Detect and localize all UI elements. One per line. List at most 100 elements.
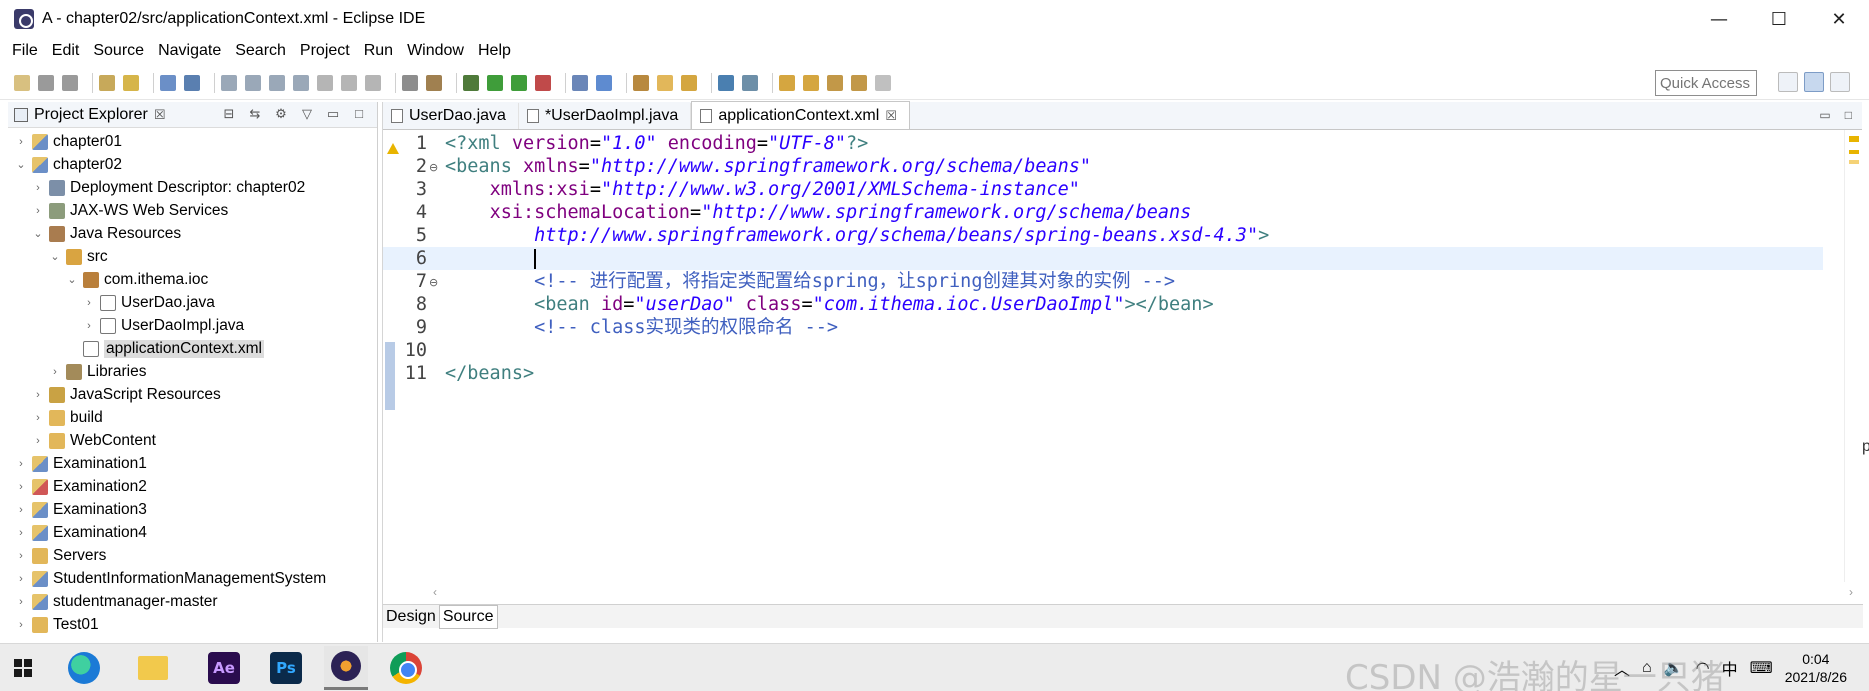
collapse-all-icon[interactable]: ⊟ bbox=[221, 106, 237, 122]
chevron-right-icon[interactable]: › bbox=[31, 205, 45, 217]
menu-project[interactable]: Project bbox=[300, 42, 350, 60]
chevron-right-icon[interactable]: › bbox=[14, 136, 28, 148]
forward-icon[interactable] bbox=[875, 74, 891, 91]
chevron-right-icon[interactable]: › bbox=[82, 320, 96, 332]
tree-item[interactable]: › Test01 bbox=[8, 613, 378, 636]
external-tools-icon[interactable] bbox=[426, 74, 442, 91]
quick-access-input[interactable] bbox=[1655, 70, 1757, 96]
chevron-right-icon[interactable]: › bbox=[31, 435, 45, 447]
editor-tab[interactable]: UserDao.java bbox=[383, 103, 519, 129]
chevron-down-icon[interactable]: ⌄ bbox=[48, 250, 62, 263]
eclipse-taskbar-icon[interactable] bbox=[324, 645, 368, 690]
minimize-view-icon[interactable]: ▭ bbox=[325, 106, 341, 122]
project-explorer-tab[interactable]: Project Explorer ☒ bbox=[14, 106, 165, 124]
console-icon[interactable] bbox=[160, 74, 176, 91]
tab-design[interactable]: Design bbox=[383, 606, 439, 628]
filter-icon[interactable]: ⚙ bbox=[273, 106, 289, 122]
terminate-icon[interactable] bbox=[269, 74, 285, 91]
tree-item[interactable]: › UserDaoImpl.java bbox=[8, 314, 378, 337]
menu-file[interactable]: File bbox=[12, 42, 38, 60]
occurrence-marker[interactable] bbox=[1849, 160, 1859, 164]
new-icon[interactable] bbox=[14, 74, 30, 91]
photoshop-icon[interactable]: Ps bbox=[270, 651, 302, 684]
chevron-down-icon[interactable]: ⌄ bbox=[31, 227, 45, 240]
maximize-editor-icon[interactable]: □ bbox=[1845, 108, 1852, 122]
tree-item[interactable]: ⌄ src bbox=[8, 245, 378, 268]
tree-item[interactable]: › build bbox=[8, 406, 378, 429]
publish-icon[interactable] bbox=[123, 74, 139, 91]
debug-icon[interactable] bbox=[463, 74, 479, 91]
editor-tab[interactable]: applicationContext.xml ☒ bbox=[691, 101, 910, 129]
tree-item[interactable]: › JAX-WS Web Services bbox=[8, 199, 378, 222]
tree-item[interactable]: › WebContent bbox=[8, 429, 378, 452]
chevron-right-icon[interactable]: › bbox=[14, 596, 28, 608]
menu-run[interactable]: Run bbox=[364, 42, 393, 60]
menu-navigate[interactable]: Navigate bbox=[158, 42, 221, 60]
search-icon[interactable] bbox=[718, 74, 734, 91]
step-into-icon[interactable] bbox=[317, 74, 333, 91]
close-icon[interactable]: ☒ bbox=[885, 108, 897, 124]
maximize-button[interactable]: ☐ bbox=[1749, 0, 1809, 38]
link-editor-icon[interactable]: ⇆ bbox=[247, 106, 263, 122]
overview-ruler[interactable] bbox=[1844, 130, 1862, 582]
properties-icon[interactable] bbox=[99, 74, 115, 91]
chevron-right-icon[interactable]: › bbox=[14, 619, 28, 631]
menu-window[interactable]: Window bbox=[407, 42, 464, 60]
tree-item[interactable]: › chapter01 bbox=[8, 130, 378, 153]
scroll-right-icon[interactable]: › bbox=[1849, 585, 1853, 599]
java-ee-perspective-icon[interactable] bbox=[1804, 72, 1824, 92]
annotation-icon[interactable] bbox=[742, 74, 758, 91]
fold-icon[interactable]: ⊖ bbox=[429, 271, 438, 294]
disconnect-icon[interactable] bbox=[293, 74, 309, 91]
tree-item[interactable]: ⌄ Java Resources bbox=[8, 222, 378, 245]
close-icon[interactable]: ☒ bbox=[154, 107, 166, 123]
tree-item[interactable]: › Deployment Descriptor: chapter02 bbox=[8, 176, 378, 199]
chevron-right-icon[interactable]: › bbox=[14, 458, 28, 470]
xml-source-editor[interactable]: 1 <?xml version="1.0" encoding="UTF-8"?> … bbox=[383, 130, 1823, 582]
scroll-left-icon[interactable]: ‹ bbox=[433, 585, 437, 599]
chevron-down-icon[interactable]: ⌄ bbox=[14, 158, 28, 171]
new-server-icon[interactable] bbox=[572, 74, 588, 91]
tree-item[interactable]: › StudentInformationManagementSystem bbox=[8, 567, 378, 590]
chevron-right-icon[interactable]: › bbox=[14, 550, 28, 562]
tree-item[interactable]: › Examination3 bbox=[8, 498, 378, 521]
chevron-right-icon[interactable]: › bbox=[14, 504, 28, 516]
tree-item[interactable]: › Examination1 bbox=[8, 452, 378, 475]
menu-source[interactable]: Source bbox=[93, 42, 144, 60]
back-icon[interactable] bbox=[851, 74, 867, 91]
open-type-icon[interactable] bbox=[633, 74, 649, 91]
horizontal-scrollbar[interactable]: ‹ › bbox=[433, 585, 1853, 599]
step-return-icon[interactable] bbox=[365, 74, 381, 91]
tree-item[interactable]: › Servers bbox=[8, 544, 378, 567]
chevron-right-icon[interactable]: › bbox=[14, 527, 28, 539]
task-icon[interactable] bbox=[681, 74, 697, 91]
tree-item[interactable]: › studentmanager-master bbox=[8, 590, 378, 613]
chevron-right-icon[interactable]: › bbox=[48, 366, 62, 378]
menu-edit[interactable]: Edit bbox=[52, 42, 80, 60]
tree-item[interactable]: applicationContext.xml bbox=[8, 337, 378, 360]
open-perspective-icon[interactable] bbox=[1778, 72, 1798, 92]
tree-item[interactable]: › JavaScript Resources bbox=[8, 383, 378, 406]
tab-source[interactable]: Source bbox=[438, 604, 498, 629]
after-effects-icon[interactable]: Ae bbox=[208, 651, 240, 684]
windows-start-icon[interactable] bbox=[8, 653, 38, 683]
tree-item[interactable]: › Libraries bbox=[8, 360, 378, 383]
save-icon[interactable] bbox=[38, 74, 54, 91]
suspend-icon[interactable] bbox=[245, 74, 261, 91]
toggle-mark-icon[interactable] bbox=[402, 74, 418, 91]
chevron-right-icon[interactable]: › bbox=[31, 182, 45, 194]
chevron-right-icon[interactable]: › bbox=[31, 389, 45, 401]
minimize-editor-icon[interactable]: ▭ bbox=[1819, 108, 1830, 122]
tree-item[interactable]: › Examination4 bbox=[8, 521, 378, 544]
java-perspective-icon[interactable] bbox=[1830, 72, 1850, 92]
warning-marker[interactable] bbox=[1849, 150, 1859, 154]
save-all-icon[interactable] bbox=[62, 74, 78, 91]
warning-marker[interactable] bbox=[1849, 136, 1859, 142]
tree-item[interactable]: › Examination2 bbox=[8, 475, 378, 498]
new-class-icon[interactable] bbox=[596, 74, 612, 91]
chevron-right-icon[interactable]: › bbox=[14, 573, 28, 585]
chrome-icon[interactable] bbox=[390, 651, 422, 684]
chevron-down-icon[interactable]: ⌄ bbox=[65, 273, 79, 286]
editor-tab[interactable]: *UserDaoImpl.java bbox=[519, 103, 692, 129]
file-explorer-icon[interactable] bbox=[138, 655, 168, 680]
